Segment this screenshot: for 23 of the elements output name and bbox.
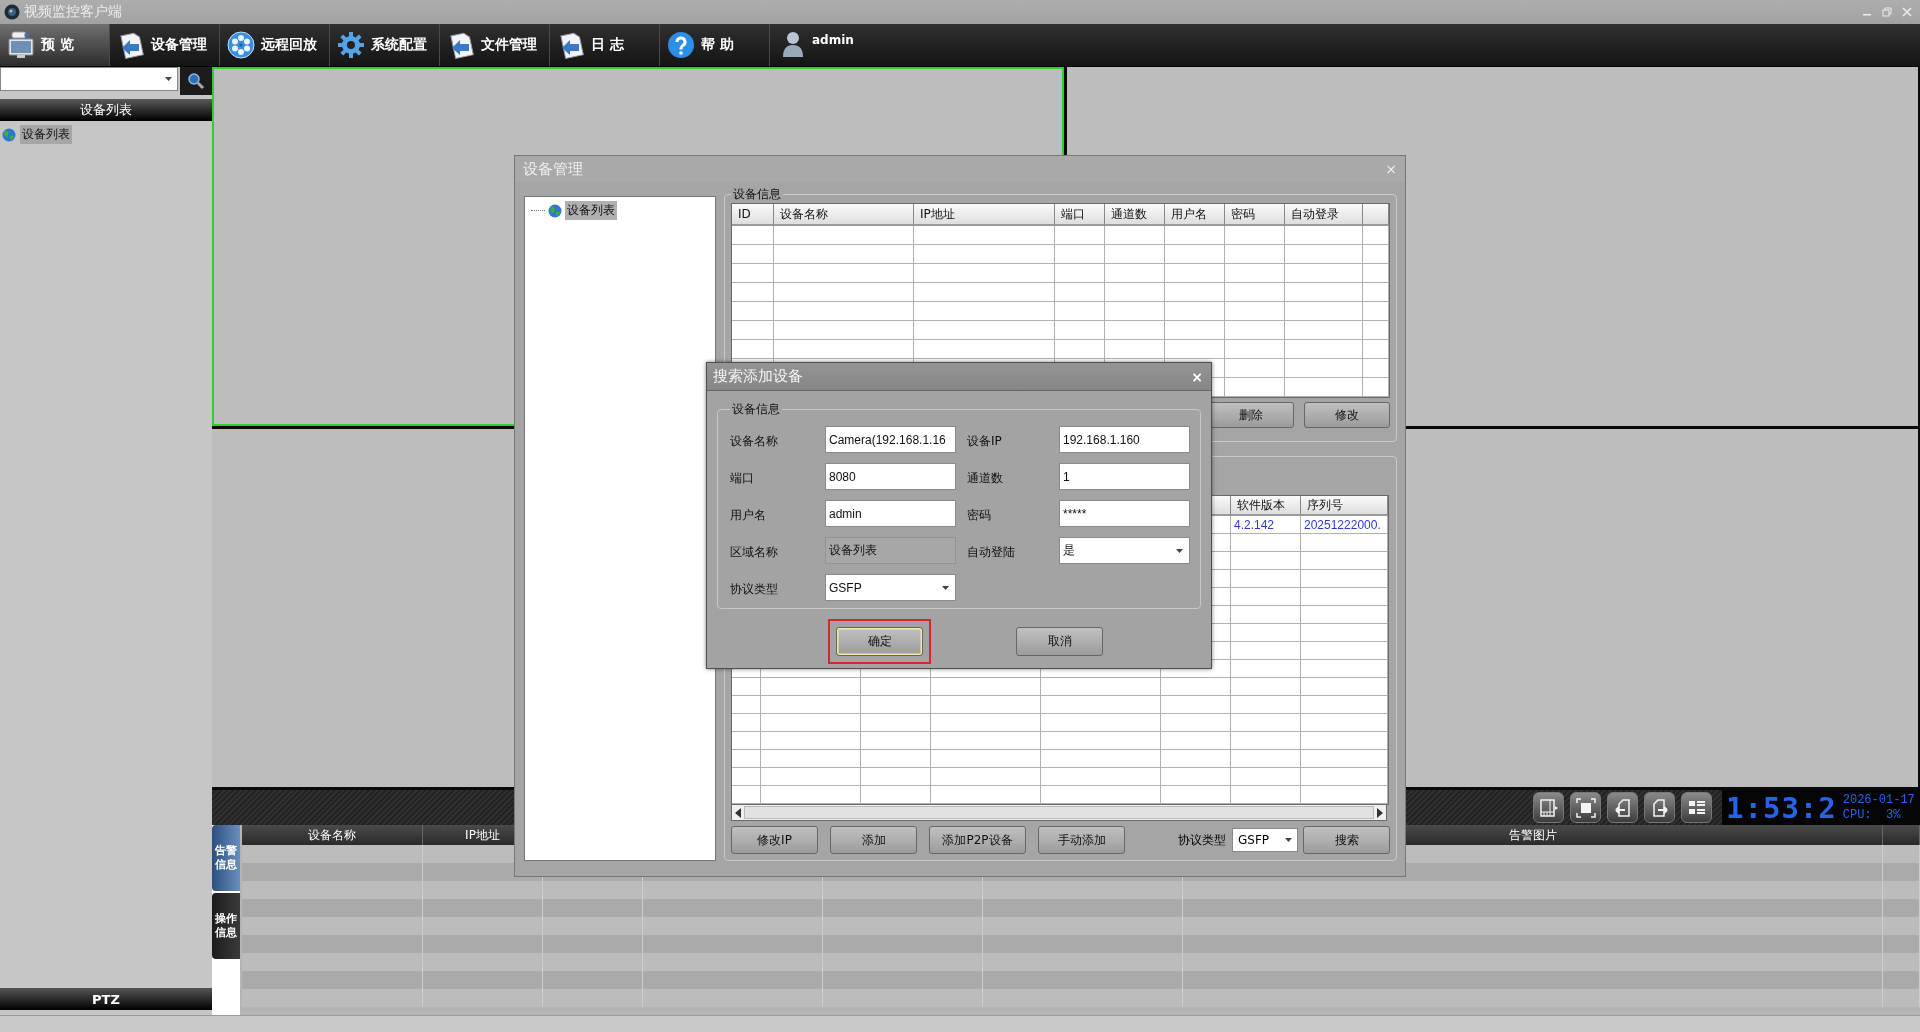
field-label: 端口 bbox=[730, 470, 755, 487]
table-cell: 4.2.142 bbox=[1231, 516, 1301, 534]
field-label: 协议类型 bbox=[730, 581, 779, 598]
field-label: 设备IP bbox=[966, 433, 1003, 450]
clock-time: 1:53:2 bbox=[1726, 790, 1837, 825]
field-label: 区域名称 bbox=[730, 544, 779, 561]
clock-date: 2026-01-17 bbox=[1842, 792, 1915, 808]
field-label: 密码 bbox=[966, 507, 992, 524]
field-label: 设备名称 bbox=[730, 433, 779, 450]
input-field: 设备列表 bbox=[825, 537, 956, 564]
dialog-title: 搜索添加设备 bbox=[713, 367, 803, 386]
dialog-title: 设备管理 bbox=[523, 159, 583, 179]
panel-header: PTZ bbox=[0, 988, 212, 1010]
panel-header: 设备列表 bbox=[0, 99, 212, 121]
window-title: 视频监控客户端 bbox=[24, 3, 123, 21]
cpu-usage: CPU: 3% bbox=[1842, 807, 1902, 823]
field-label: 自动登陆 bbox=[966, 544, 1016, 561]
group-title: 设备信息 bbox=[732, 186, 782, 203]
group-title: 设备信息 bbox=[731, 401, 781, 418]
field-label: 用户名 bbox=[730, 507, 767, 524]
table-cell: 20251222000. bbox=[1301, 516, 1388, 534]
field-label: 通道数 bbox=[966, 470, 1004, 487]
user-name: admin bbox=[812, 33, 854, 47]
